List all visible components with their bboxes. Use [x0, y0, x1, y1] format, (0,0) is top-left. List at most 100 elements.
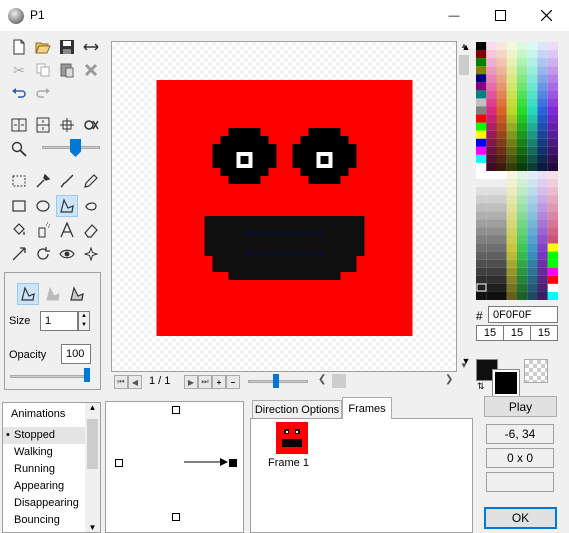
palette-swatch[interactable] [476, 275, 487, 284]
palette-swatch[interactable] [547, 50, 558, 59]
animation-item[interactable]: Stopped • [3, 427, 85, 444]
palette-swatch[interactable] [537, 74, 548, 83]
palette-swatch[interactable] [476, 154, 487, 163]
palette-swatch[interactable] [547, 235, 558, 244]
palette-swatch[interactable] [496, 267, 507, 276]
palette-swatch[interactable] [496, 154, 507, 163]
scroll-left-icon[interactable]: ❮ [318, 374, 326, 385]
drawing-canvas[interactable] [111, 41, 457, 372]
animation-item[interactable]: Appearing [3, 478, 85, 495]
fill-tool[interactable] [8, 219, 30, 241]
palette-swatch[interactable] [506, 66, 517, 75]
palette-swatch[interactable] [537, 42, 548, 51]
palette-swatch[interactable] [486, 66, 497, 75]
palette-swatch[interactable] [506, 42, 517, 51]
palette-swatch[interactable] [537, 211, 548, 220]
palette-swatch[interactable] [517, 106, 528, 115]
palette-swatch[interactable] [486, 187, 497, 196]
palette-swatch[interactable] [496, 235, 507, 244]
palette-swatch[interactable] [506, 114, 517, 123]
palette-swatch[interactable] [506, 275, 517, 284]
palette-swatch[interactable] [506, 179, 517, 188]
tab-frames[interactable]: Frames [342, 397, 392, 419]
palette-swatch[interactable] [547, 42, 558, 51]
size-spinner[interactable]: ▲ ▼ [78, 311, 90, 331]
palette-swatch[interactable] [547, 219, 558, 228]
palette-swatch[interactable] [486, 138, 497, 147]
palette-swatch[interactable] [537, 267, 548, 276]
palette-swatch[interactable] [506, 146, 517, 155]
palette-swatch[interactable] [486, 122, 497, 131]
palette-swatch[interactable] [496, 275, 507, 284]
palette-scroll-down-icon[interactable]: ▼ [460, 356, 472, 368]
palette-swatch[interactable] [486, 90, 497, 99]
view-tool[interactable] [56, 243, 78, 265]
palette-swatch[interactable] [547, 114, 558, 123]
palette-swatch[interactable] [496, 259, 507, 268]
palette-swatch[interactable] [547, 58, 558, 67]
palette-swatch[interactable] [496, 179, 507, 188]
palette-swatch[interactable] [476, 195, 487, 204]
palette-swatch[interactable] [506, 227, 517, 236]
palette-swatch[interactable] [547, 267, 558, 276]
undo-button[interactable] [8, 82, 30, 104]
palette-swatch[interactable] [486, 251, 497, 260]
palette-swatch[interactable] [496, 291, 507, 300]
palette-swatch[interactable] [506, 74, 517, 83]
animation-item[interactable]: Disappearing [3, 495, 85, 512]
frame-thumbnail[interactable] [276, 422, 308, 454]
palette-swatch[interactable] [476, 98, 487, 107]
palette-swatch[interactable] [496, 122, 507, 131]
palette-swatch[interactable] [517, 227, 528, 236]
palette-swatch[interactable] [506, 283, 517, 292]
maximize-button[interactable] [477, 0, 523, 31]
palette-swatch[interactable] [496, 58, 507, 67]
palette-swatch[interactable] [496, 106, 507, 115]
animation-item[interactable]: Walking [3, 444, 85, 461]
palette-swatch[interactable] [506, 291, 517, 300]
anim-scroll-down-icon[interactable]: ▼ [85, 523, 100, 532]
palette-swatch[interactable] [486, 74, 497, 83]
palette-swatch[interactable] [506, 130, 517, 139]
palette-swatch[interactable] [527, 203, 538, 212]
palette-swatch[interactable] [476, 227, 487, 236]
palette-swatch[interactable] [547, 179, 558, 188]
palette-swatch[interactable] [496, 130, 507, 139]
palette-swatch[interactable] [547, 98, 558, 107]
palette-swatch[interactable] [496, 187, 507, 196]
palette-swatch[interactable] [486, 179, 497, 188]
palette-swatch[interactable] [547, 130, 558, 139]
palette-swatch[interactable] [527, 146, 538, 155]
last-frame-button[interactable]: ⏭ [198, 375, 212, 389]
palette-swatch[interactable] [506, 235, 517, 244]
palette-swatch[interactable] [517, 122, 528, 131]
palette-swatch[interactable] [527, 50, 538, 59]
palette-swatch[interactable] [486, 171, 497, 180]
palette-swatch[interactable] [486, 114, 497, 123]
palette-swatch[interactable] [527, 267, 538, 276]
palette-swatch[interactable] [527, 90, 538, 99]
palette-swatch[interactable] [496, 74, 507, 83]
palette-swatch[interactable] [527, 42, 538, 51]
palette-swatch[interactable] [527, 195, 538, 204]
palette-swatch[interactable] [486, 50, 497, 59]
palette-swatch[interactable] [517, 275, 528, 284]
palette-swatch[interactable] [506, 243, 517, 252]
palette-swatch[interactable] [476, 42, 487, 51]
palette-swatch[interactable] [486, 283, 497, 292]
palette-swatch[interactable] [506, 219, 517, 228]
palette-swatch[interactable] [476, 122, 487, 131]
minimize-button[interactable]: — [431, 0, 477, 31]
palette-swatch[interactable] [517, 235, 528, 244]
palette-swatch[interactable] [496, 82, 507, 91]
palette-swatch[interactable] [537, 243, 548, 252]
palette-swatch[interactable] [496, 171, 507, 180]
palette-swatch[interactable] [547, 291, 558, 300]
direction-preview[interactable] [105, 401, 244, 533]
palette-swatch[interactable] [486, 58, 497, 67]
palette-swatch[interactable] [517, 74, 528, 83]
palette-swatch[interactable] [537, 50, 548, 59]
palette-swatch[interactable] [476, 251, 487, 260]
palette-swatch[interactable] [527, 122, 538, 131]
ok-button[interactable]: OK [484, 507, 557, 529]
